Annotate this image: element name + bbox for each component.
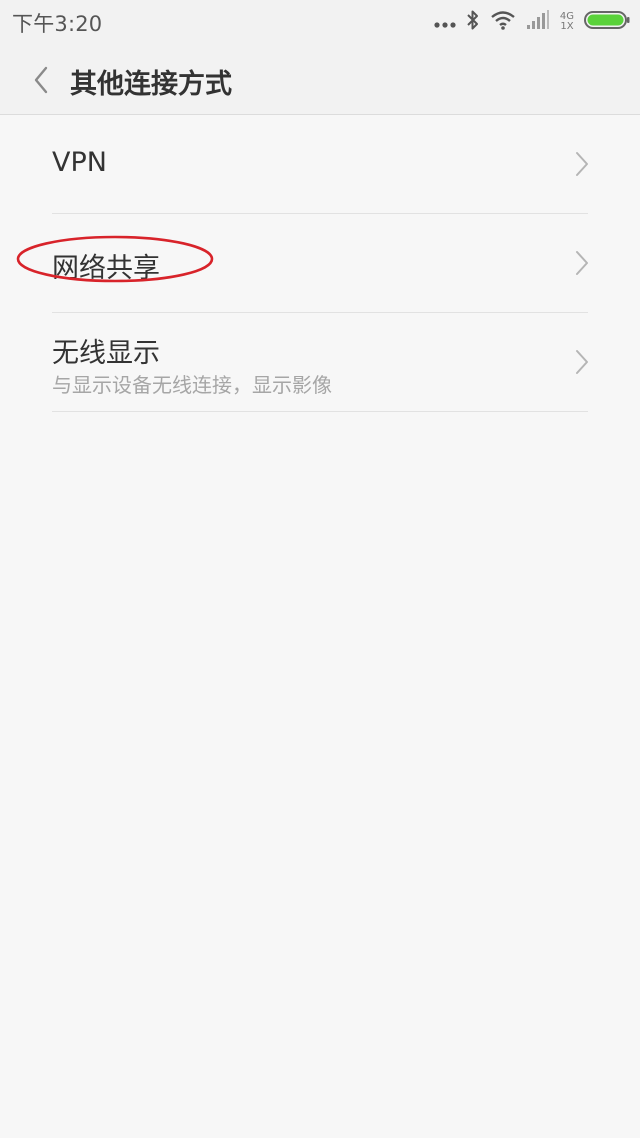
status-icons: 4G 1X xyxy=(434,10,630,34)
list-item-network-sharing[interactable]: 网络共享 xyxy=(16,214,588,313)
network-type-label: 4G 1X xyxy=(560,12,574,32)
connection-options-list: VPN 网络共享 无线显示 与显示设备无线连接，显示影像 xyxy=(0,115,640,412)
wifi-icon xyxy=(490,10,516,34)
list-item-title: 无线显示 xyxy=(52,338,160,369)
more-dots-icon xyxy=(434,13,456,32)
back-button[interactable] xyxy=(24,60,58,100)
chevron-left-icon xyxy=(34,66,48,94)
page-header: 其他连接方式 xyxy=(0,46,640,115)
list-item-vpn[interactable]: VPN xyxy=(52,115,588,214)
chevron-right-icon xyxy=(576,251,588,275)
page-title: 其他连接方式 xyxy=(70,69,232,100)
list-item-title: 网络共享 xyxy=(52,253,160,284)
chevron-right-icon xyxy=(576,152,588,176)
status-time: 下午3:20 xyxy=(12,12,103,36)
battery-icon xyxy=(584,10,630,34)
network-type-bottom: 1X xyxy=(560,21,574,32)
list-item-wireless-display[interactable]: 无线显示 与显示设备无线连接，显示影像 xyxy=(52,313,588,412)
status-bar: 下午3:20 4G 1X xyxy=(0,0,640,46)
settings-screen: 下午3:20 4G 1X 其他连接方式 VPN 网络共享 无线显示 与显示设备无… xyxy=(0,0,640,1138)
list-item-subtitle: 与显示设备无线连接，显示影像 xyxy=(52,373,332,397)
list-item-title: VPN xyxy=(52,147,107,178)
chevron-right-icon xyxy=(576,350,588,374)
bluetooth-icon xyxy=(466,9,480,35)
signal-icon xyxy=(526,10,550,34)
